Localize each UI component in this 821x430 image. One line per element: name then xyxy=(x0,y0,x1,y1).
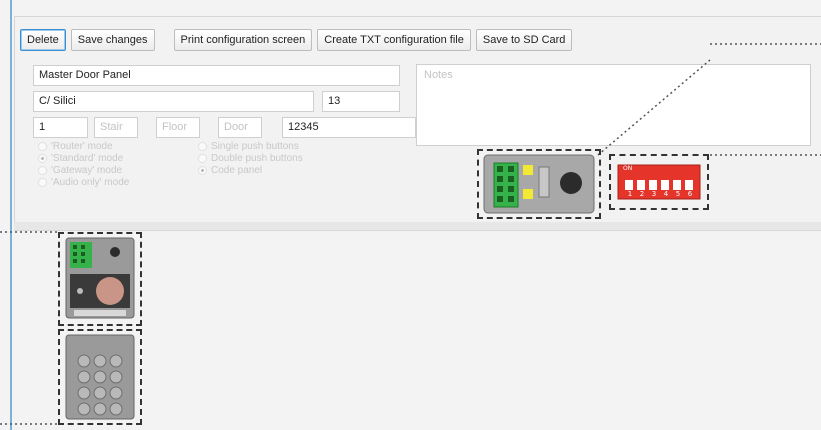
dip-number: 2 xyxy=(639,190,645,198)
dip-number: 3 xyxy=(651,190,657,198)
dip-number: 6 xyxy=(687,190,693,198)
dip-switch-selector[interactable]: ON 1 2 3 4 5 6 xyxy=(609,154,709,210)
dip-number: 4 xyxy=(663,190,669,198)
keypad-icon xyxy=(65,334,135,420)
audio-module-icon xyxy=(65,237,135,319)
dip-switch-header: ON xyxy=(623,165,633,172)
keypad-module-selector[interactable] xyxy=(58,329,142,425)
dip-switch-numbers: 1 2 3 4 5 6 xyxy=(624,190,696,198)
main-module-selector[interactable] xyxy=(477,149,601,219)
dip-switch-icon xyxy=(617,164,701,200)
dip-number: 1 xyxy=(627,190,633,198)
dip-number: 5 xyxy=(675,190,681,198)
main-module-icon xyxy=(483,154,595,214)
audio-module-selector[interactable] xyxy=(58,232,142,326)
